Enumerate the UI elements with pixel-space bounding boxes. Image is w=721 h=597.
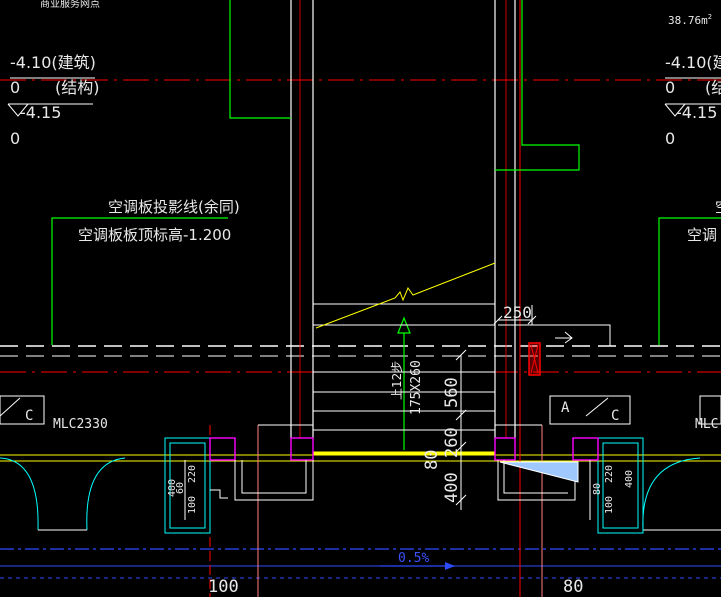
red-marker — [528, 342, 541, 376]
dim-400-left: 400 — [167, 479, 178, 497]
elevation-zero-right-1: 0 — [665, 78, 675, 97]
elevation-arch-right: -4.10(建 — [665, 53, 721, 72]
ac-top-elevation-right: 空调 — [687, 226, 717, 244]
elevation-415-right: -4.15 — [676, 103, 717, 122]
elevation-struct-left: (结构) — [55, 78, 100, 97]
green-column-right — [495, 0, 580, 171]
dim-100-left: 100 — [187, 496, 198, 514]
door-swing-left-2 — [86, 457, 126, 531]
dim-400-right: 400 — [624, 470, 635, 488]
dim-100-right: 100 — [604, 496, 615, 514]
elevation-markers — [7, 77, 721, 117]
area-superscript: 2 — [708, 13, 712, 21]
dim-80-bottom: 80 — [563, 577, 583, 597]
axis-c-left: C — [25, 408, 33, 424]
step-size-label: 175X260 — [409, 360, 424, 415]
ac-projection-left: 空调板投影线(余同) — [108, 198, 240, 216]
blue-filled-wedge — [499, 461, 579, 483]
dim-250: 250 — [503, 303, 532, 322]
green-column-left — [229, 0, 291, 119]
dim-560: 560 — [442, 377, 462, 408]
door-swing-right — [642, 457, 701, 531]
window-label-left: MLC2330 — [53, 417, 108, 432]
axis-c-right: C — [611, 408, 619, 424]
dim-220-left: 220 — [187, 465, 198, 483]
stair-break-line — [315, 262, 496, 329]
ac-top-elevation-left: 空调板板顶标高-1.200 — [78, 226, 231, 244]
dim-100-bottom: 100 — [208, 577, 239, 597]
window-label-right: MLC — [695, 417, 718, 432]
dim-220-right: 220 — [604, 465, 615, 483]
cad-drawing-canvas[interactable]: 商业服务网点 38.76m2 -4.10(建筑) 0 (结构) -4.15 0 … — [0, 0, 721, 597]
axis-a-right: A — [561, 400, 570, 416]
elevation-zero-left-2: 0 — [10, 129, 20, 148]
top-left-cut-label: 商业服务网点 — [40, 0, 100, 10]
dim-400: 400 — [442, 472, 462, 503]
dim-260: 260 — [442, 427, 462, 458]
dim-80-right: 80 — [592, 483, 603, 495]
ac-projection-right: 空 — [715, 198, 721, 216]
elevation-arch-left: -4.10(建筑) — [10, 53, 96, 72]
elevation-zero-left-1: 0 — [10, 78, 20, 97]
area-label: 38.76m2 — [668, 13, 712, 27]
dim-80-mid: 80 — [422, 450, 442, 470]
elevation-zero-right-2: 0 — [665, 129, 675, 148]
door-swing-left-1 — [0, 457, 39, 531]
elevation-415-left: -4.15 — [20, 103, 61, 122]
elevation-struct-right: (结 — [705, 78, 721, 97]
slope-label: 0.5% — [398, 551, 429, 566]
area-value: 38.76m — [668, 14, 708, 27]
up-steps-label: 上12步 — [390, 361, 404, 400]
green-outlines — [51, 0, 721, 450]
